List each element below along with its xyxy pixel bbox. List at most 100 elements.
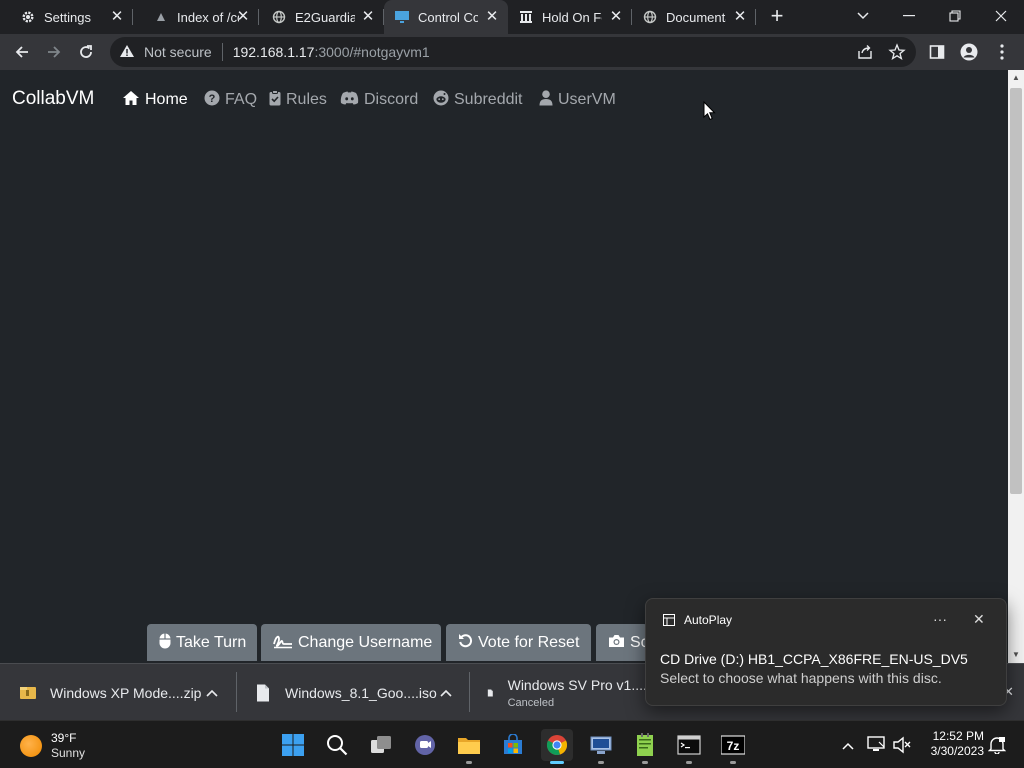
window-close-button[interactable] [978, 0, 1024, 32]
network-icon[interactable] [866, 735, 886, 758]
nav-faq[interactable]: ? FAQ [204, 89, 257, 111]
brand-link[interactable]: CollabVM [12, 88, 94, 110]
close-icon[interactable]: ✕ [973, 611, 985, 628]
button-label: Change Username [298, 633, 433, 651]
back-button[interactable] [8, 38, 36, 66]
download-filename: Windows SV Pro v1....is [507, 676, 657, 693]
search-button[interactable] [321, 729, 353, 761]
reload-button[interactable] [72, 38, 100, 66]
nav-rules[interactable]: Rules [269, 89, 327, 111]
address-bar[interactable]: Not secure 192.168.1.17:3000/#notgayvm1 [110, 37, 916, 67]
terminal-button[interactable] [673, 729, 705, 764]
security-label[interactable]: Not secure [144, 44, 212, 60]
nav-label: Rules [286, 91, 327, 108]
svg-text:?: ? [209, 93, 216, 105]
close-icon[interactable]: ✕ [484, 9, 500, 25]
vm-app-button[interactable] [585, 729, 617, 764]
toast-header: AutoPlay [663, 613, 732, 627]
download-item[interactable]: Windows SV Pro v1....is Canceled [487, 664, 657, 721]
nav-label: Home [145, 91, 188, 108]
clipboard-icon [269, 90, 281, 110]
7zip-button[interactable]: 7z [717, 729, 749, 764]
tab-documentation[interactable]: Documenta ✕ [632, 0, 756, 34]
chevron-up-icon[interactable] [206, 685, 218, 700]
teams-chat-button[interactable] [409, 729, 441, 761]
globe-icon [642, 9, 658, 25]
warning-icon[interactable] [118, 44, 136, 61]
windows-logo-icon [282, 734, 304, 756]
close-icon[interactable]: ✕ [732, 9, 748, 25]
weather-temperature: 39°F [51, 731, 77, 745]
close-icon[interactable]: ✕ [360, 9, 376, 25]
autoplay-notification[interactable]: AutoPlay ··· ✕ CD Drive (D:) HB1_CCPA_X8… [645, 598, 1007, 706]
terminal-icon [677, 735, 701, 755]
chevron-up-icon[interactable] [440, 685, 452, 700]
tab-settings[interactable]: Settings ✕ [0, 0, 133, 34]
vote-for-reset-button[interactable]: Vote for Reset [446, 624, 591, 661]
tab-control-collabvm[interactable]: Control Co ✕ [384, 0, 508, 34]
share-icon[interactable] [856, 43, 874, 64]
tab-search-button[interactable] [840, 0, 886, 32]
nav-uservm[interactable]: UserVM [539, 89, 616, 111]
clock-time: 12:52 PM [932, 729, 984, 743]
menu-button[interactable] [988, 38, 1016, 66]
screenshot-button[interactable]: Sc [596, 624, 648, 661]
side-panel-button[interactable] [923, 38, 951, 66]
notifications-icon[interactable] [987, 736, 1007, 759]
tab-e2guardian[interactable]: E2Guardian ✕ [259, 0, 384, 34]
page-scrollbar[interactable]: ▲ ▼ [1008, 70, 1024, 663]
scrollbar-thumb[interactable] [1010, 88, 1022, 494]
minimize-button[interactable] [886, 0, 932, 32]
nav-discord[interactable]: Discord [340, 89, 418, 111]
more-options-icon[interactable]: ··· [933, 611, 947, 627]
download-filename: Windows_8.1_Goo....iso [285, 684, 437, 701]
new-tab-button[interactable]: + [760, 0, 794, 32]
tab-hold-on[interactable]: Hold On Fe ✕ [508, 0, 632, 34]
scroll-up-arrow[interactable]: ▲ [1008, 70, 1024, 86]
close-icon[interactable]: ✕ [608, 9, 624, 25]
nav-home[interactable]: Home [122, 89, 188, 111]
download-item[interactable]: Windows XP Mode....zip [20, 664, 236, 721]
svg-text:7z: 7z [727, 739, 740, 753]
tab-index-of-cd[interactable]: Index of /cd ✕ [133, 0, 259, 34]
close-icon[interactable]: ✕ [235, 9, 251, 25]
virtual-machine-icon [590, 736, 612, 754]
button-label: Take Turn [176, 633, 247, 651]
chrome-icon [546, 735, 568, 755]
url-path: :3000/#notgayvm1 [314, 44, 430, 60]
globe-icon [271, 9, 287, 25]
file-explorer-button[interactable] [453, 729, 485, 764]
forward-button[interactable] [40, 38, 68, 66]
file-icon [257, 684, 269, 701]
task-view-button[interactable] [365, 729, 397, 761]
weather-condition: Sunny [51, 746, 86, 760]
nav-subreddit[interactable]: Subreddit [433, 89, 523, 111]
toast-title: CD Drive (D:) HB1_CCPA_X86FRE_EN-US_DV5 [660, 651, 968, 667]
restore-button[interactable] [932, 0, 978, 32]
zip-file-icon [20, 686, 36, 699]
browser-toolbar: Not secure 192.168.1.17:3000/#notgayvm1 [0, 34, 1024, 70]
star-icon[interactable] [888, 43, 906, 64]
store-button[interactable] [497, 729, 529, 761]
scroll-down-arrow[interactable]: ▼ [1008, 647, 1024, 663]
take-turn-button[interactable]: Take Turn [147, 624, 257, 661]
notepad-app-button[interactable] [629, 729, 661, 764]
weather-widget[interactable]: 39°F Sunny [20, 731, 85, 761]
show-hidden-icons-chevron-icon[interactable] [842, 737, 854, 755]
change-username-button[interactable]: Change Username [261, 624, 441, 661]
camera-icon [608, 634, 625, 652]
chrome-button[interactable] [541, 729, 573, 764]
notepad-icon [637, 733, 653, 756]
profile-button[interactable] [955, 38, 983, 66]
start-button[interactable] [277, 729, 309, 761]
close-icon [995, 10, 1007, 22]
running-indicator [730, 761, 736, 764]
volume-muted-icon[interactable] [892, 736, 912, 759]
nav-label: FAQ [225, 91, 258, 108]
close-icon[interactable]: ✕ [109, 9, 125, 25]
task-view-icon [371, 736, 391, 753]
download-item[interactable]: Windows_8.1_Goo....iso [255, 664, 469, 721]
pillar-icon [518, 9, 534, 25]
autoplay-icon [663, 614, 675, 626]
clock[interactable]: 12:52 PM 3/30/2023 [926, 729, 984, 759]
